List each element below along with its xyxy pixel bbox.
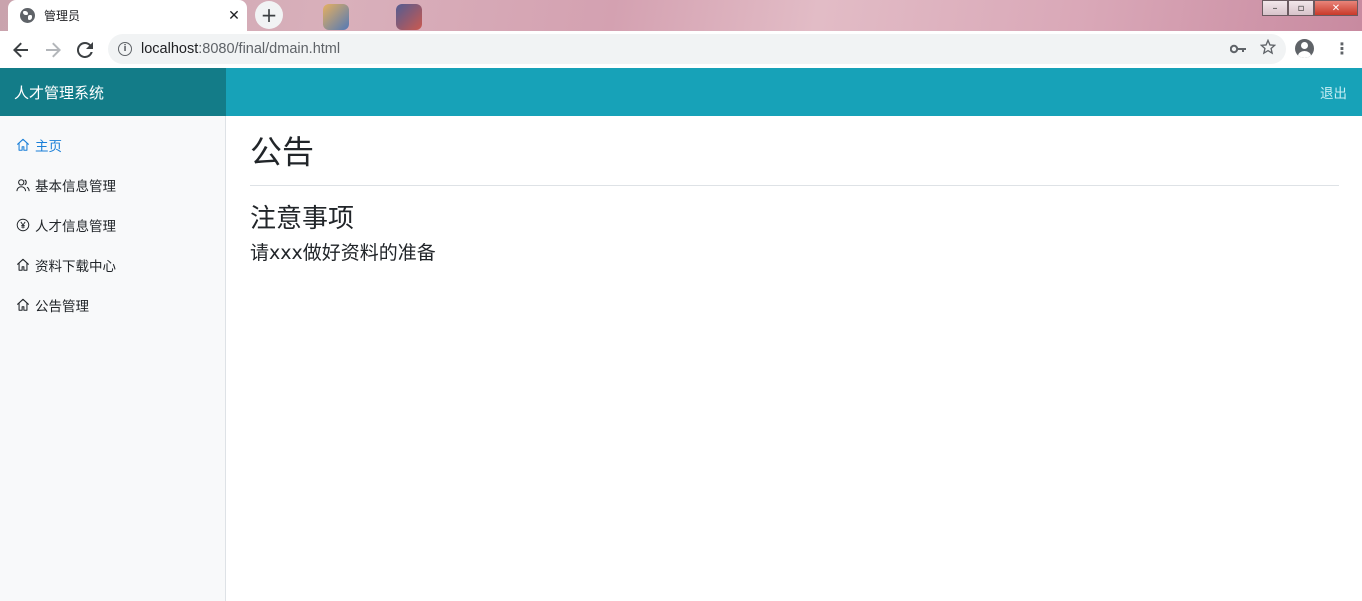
window-controls: – ▫ ✕ — [1262, 0, 1358, 16]
sidebar-item-label: 人才信息管理 — [35, 219, 116, 235]
bookmark-star-icon[interactable] — [1259, 38, 1277, 59]
browser-tab-strip: 管理员 ✕ + – ▫ ✕ — [0, 0, 1362, 31]
desktop-wallpaper-icon — [323, 4, 349, 30]
home-icon — [16, 138, 30, 151]
forward-icon[interactable] — [37, 34, 69, 66]
browser-tab[interactable]: 管理员 ✕ — [8, 0, 247, 31]
app-header: 人才管理系统 退出 — [0, 68, 1362, 116]
sidebar: 主页 基本信息管理 人才信息管理 资料下载中心 公告管理 — [0, 116, 226, 601]
desktop-wallpaper-icon — [396, 4, 422, 30]
more-menu-icon[interactable]: ⋮ — [1334, 40, 1350, 57]
new-tab-button[interactable]: + — [255, 1, 283, 29]
sidebar-item-talent-info[interactable]: 人才信息管理 — [0, 205, 225, 245]
sidebar-item-home[interactable]: 主页 — [0, 125, 225, 165]
back-icon[interactable] — [5, 34, 37, 66]
url-text: localhost:8080/final/dmain.html — [141, 41, 1230, 57]
sidebar-item-label: 资料下载中心 — [35, 259, 116, 275]
users-icon — [16, 179, 30, 192]
tab-title: 管理员 — [44, 9, 81, 23]
yen-circle-icon — [16, 218, 30, 232]
home-icon — [16, 258, 30, 271]
account-icon[interactable] — [1295, 39, 1314, 58]
address-bar[interactable]: i localhost:8080/final/dmain.html — [108, 34, 1286, 64]
url-host: localhost — [141, 41, 199, 57]
sidebar-item-announcement-management[interactable]: 公告管理 — [0, 285, 225, 325]
sidebar-item-basic-info[interactable]: 基本信息管理 — [0, 165, 225, 205]
site-info-icon[interactable]: i — [118, 42, 132, 56]
sidebar-item-label: 主页 — [35, 139, 62, 155]
browser-toolbar: i localhost:8080/final/dmain.html ⋮ — [0, 31, 1362, 68]
sidebar-item-label: 基本信息管理 — [35, 179, 116, 195]
home-icon — [16, 298, 30, 311]
url-path: :8080/final/dmain.html — [198, 41, 341, 57]
page-title: 公告 — [250, 133, 315, 171]
logout-link[interactable]: 退出 — [1320, 68, 1347, 116]
key-icon[interactable] — [1229, 40, 1246, 58]
globe-icon — [20, 8, 35, 23]
notice-body: 请xxx做好资料的准备 — [250, 242, 436, 264]
tab-close-icon[interactable]: ✕ — [221, 8, 247, 24]
maximize-button[interactable]: ▫ — [1288, 0, 1314, 16]
close-window-button[interactable]: ✕ — [1314, 0, 1358, 16]
sidebar-item-label: 公告管理 — [35, 299, 89, 315]
divider — [250, 185, 1339, 186]
sidebar-item-download-center[interactable]: 资料下载中心 — [0, 245, 225, 285]
reload-icon[interactable] — [69, 34, 101, 66]
brand-title[interactable]: 人才管理系统 — [0, 68, 226, 116]
main-content: 公告 注意事项 请xxx做好资料的准备 — [250, 116, 1339, 265]
minimize-button[interactable]: – — [1262, 0, 1288, 16]
notice-title: 注意事项 — [250, 204, 355, 234]
